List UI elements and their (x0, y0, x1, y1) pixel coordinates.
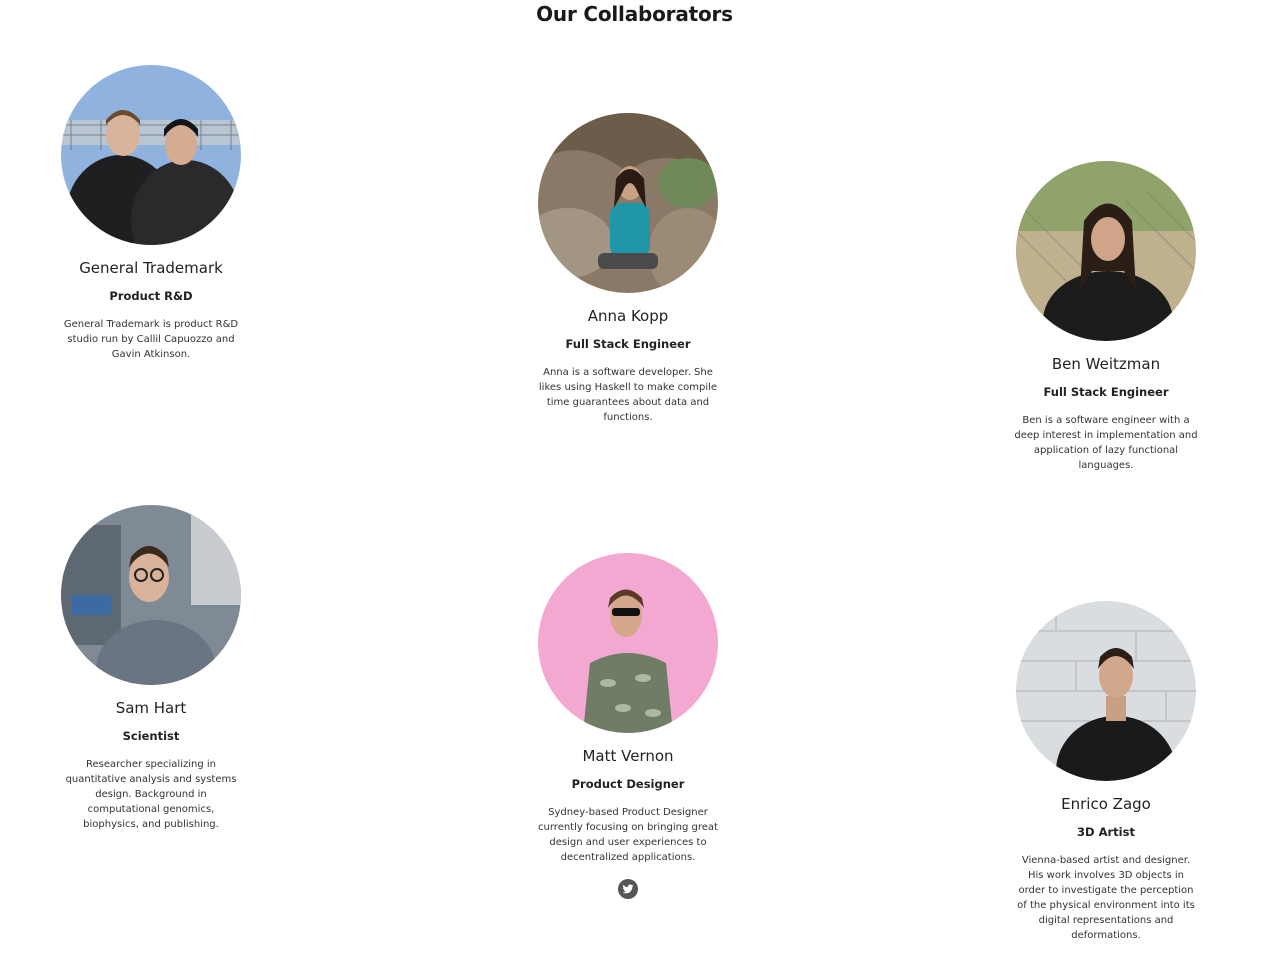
collaborator-role: Scientist (122, 729, 180, 743)
avatar-photo (61, 65, 241, 245)
avatar (538, 553, 718, 733)
twitter-icon[interactable] (618, 879, 638, 899)
collaborator-role: Product R&D (109, 289, 193, 303)
collaborator-bio: Sydney-based Product Designer currently … (538, 807, 718, 863)
avatar (1016, 161, 1196, 341)
avatar (61, 65, 241, 245)
collaborator-name: Enrico Zago (1061, 795, 1151, 813)
avatar (538, 113, 718, 293)
collaborator-name: Anna Kopp (587, 307, 669, 325)
twitter-bird-glyph (622, 884, 634, 894)
collaborator-name: General Trademark (79, 259, 223, 277)
collaborator-card: General Trademark Product R&D General Tr… (31, 65, 271, 362)
collaborator-card: Enrico Zago 3D Artist Vienna-based artis… (986, 601, 1226, 943)
avatar (1016, 601, 1196, 781)
avatar-photo (538, 113, 718, 293)
collaborator-name: Matt Vernon (582, 747, 674, 765)
collaborator-bio: Ben is a software engineer with a deep i… (1014, 415, 1198, 471)
collaborator-bio: General Trademark is product R&D studio … (63, 319, 239, 360)
collaborator-role: Full Stack Engineer (1043, 385, 1169, 399)
collaborator-name: Ben Weitzman (1051, 355, 1161, 373)
avatar (61, 505, 241, 685)
page-title: Our Collaborators (536, 2, 733, 26)
avatar-photo (61, 505, 241, 685)
collaborator-bio: Researcher specializing in quantitative … (65, 759, 237, 830)
collaborator-role: 3D Artist (1077, 825, 1135, 839)
avatar-photo (1016, 161, 1196, 341)
avatar-photo (538, 553, 718, 733)
collaborator-bio: Anna is a software developer. She likes … (538, 367, 718, 423)
collaborator-role: Product Designer (571, 777, 685, 791)
collaborator-card: Matt Vernon Product Designer Sydney-base… (508, 553, 748, 899)
collaborator-card: Sam Hart Scientist Researcher specializi… (31, 505, 271, 832)
collaborator-bio: Vienna-based artist and designer. His wo… (1017, 855, 1195, 941)
collaborator-role: Full Stack Engineer (565, 337, 691, 351)
collaborator-card: Ben Weitzman Full Stack Engineer Ben is … (986, 161, 1226, 473)
collaborator-name: Sam Hart (115, 699, 187, 717)
avatar-photo (1016, 601, 1196, 781)
collaborator-card: Anna Kopp Full Stack Engineer Anna is a … (508, 113, 748, 425)
